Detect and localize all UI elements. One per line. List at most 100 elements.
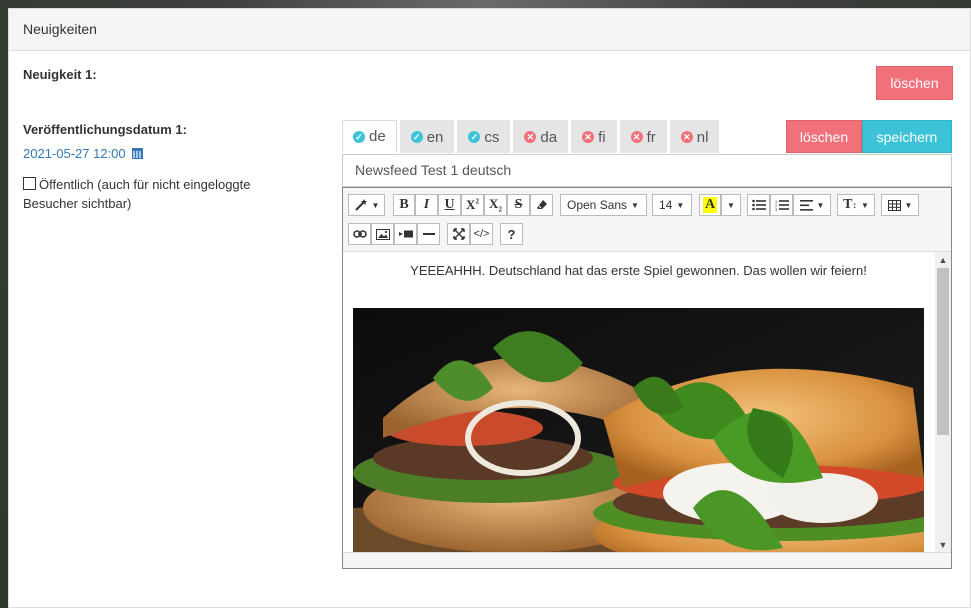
check-icon: ✓ [353,130,365,143]
image-icon [375,228,390,240]
editor-resize-bar[interactable] [343,552,951,568]
tab-label: de [369,128,386,145]
tab-da[interactable]: ✕ da [513,120,569,153]
tab-label: nl [696,128,709,146]
font-family-dropdown[interactable]: Open Sans ▼ [560,194,647,216]
close-circle-icon: ✕ [630,131,643,143]
news-panel: Neuigkeiten Neuigkeit 1: löschen Veröffe… [8,8,971,608]
panel-title: Neuigkeiten [9,9,970,51]
caret-down-icon: ▼ [816,200,825,210]
burger-photo [353,308,924,552]
style-dropdown[interactable]: ▼ [348,194,385,216]
color-dropdown[interactable]: ▼ [721,194,741,216]
strikethrough-button[interactable]: S [507,194,530,216]
bold-button[interactable]: B [393,194,415,216]
line-height-dropdown[interactable]: T↕ ▼ [837,194,875,216]
publish-date-value: 2021-05-27 12:00 [23,146,126,161]
text-color-icon: A [702,197,718,213]
italic-button[interactable]: I [415,194,438,216]
close-circle-icon: ✕ [680,131,693,143]
clear-format-button[interactable] [530,194,553,216]
table-icon [887,199,901,211]
editor-content[interactable]: YEEEAHHH. Deutschland hat das erste Spie… [343,252,934,552]
editor-toolbar: ▼ B I U X2 X2 S Open Sans ▼ 14 ▼ A ▼ 1 2… [343,188,951,252]
caret-down-icon: ▼ [371,200,380,210]
check-icon: ✓ [468,131,481,143]
publish-date-label: Veröffentlichungsdatum 1: [23,122,187,137]
tab-cs[interactable]: ✓ cs [457,120,511,153]
publish-date-picker[interactable]: 2021-05-27 12:00 [23,146,143,161]
delete-news-button[interactable]: löschen [876,66,953,100]
minus-icon [422,233,435,235]
caret-down-icon: ▼ [727,200,735,210]
help-button[interactable]: ? [500,223,523,245]
scrollbar-thumb[interactable] [937,268,949,435]
vertical-scrollbar[interactable]: ▲ ▼ [935,252,951,553]
highlight-color-button[interactable]: A [699,194,721,216]
underline-icon: U [444,197,455,212]
magic-wand-icon [354,199,367,211]
tab-en[interactable]: ✓ en [399,120,455,153]
italic-icon: I [423,197,430,212]
close-circle-icon: ✕ [582,131,595,143]
font-size-dropdown[interactable]: 14 ▼ [652,194,692,216]
bold-icon: B [399,197,409,212]
close-circle-icon: ✕ [524,131,537,143]
language-tabs: ✓ de ✓ en ✓ cs ✕ da ✕ fi ✕ fr ✕ nl [342,120,722,153]
body-paragraph: YEEEAHHH. Deutschland hat das erste Spie… [410,263,867,278]
table-dropdown[interactable]: ▼ [881,194,919,216]
code-icon: </> [473,228,490,240]
public-option: Öffentlich (auch für nicht eingeloggte B… [23,175,293,213]
eraser-icon [536,200,547,209]
insert-video-button[interactable] [394,223,417,245]
horizontal-rule-button[interactable] [417,223,440,245]
video-icon [398,230,413,238]
rich-text-editor: ▼ B I U X2 X2 S Open Sans ▼ 14 ▼ A ▼ 1 2… [342,187,952,569]
fullscreen-button[interactable] [447,223,470,245]
align-dropdown[interactable]: ▼ [793,194,831,216]
tab-label: da [540,128,558,146]
align-left-icon [799,199,813,211]
caret-down-icon: ▼ [904,200,913,210]
tab-label: fr [646,128,656,146]
caret-down-icon: ▼ [676,200,685,210]
numbered-list-button[interactable]: 123 [770,194,793,216]
insert-link-button[interactable] [348,223,371,245]
subscript-button[interactable]: X2 [484,194,507,216]
calendar-icon [131,148,143,159]
news-heading: Neuigkeit 1: [23,67,97,82]
save-button[interactable]: speichern [862,120,952,153]
question-icon: ? [507,226,516,242]
public-checkbox[interactable] [23,177,36,190]
link-icon [352,230,367,238]
scroll-up-icon[interactable]: ▲ [935,253,951,267]
tab-fr[interactable]: ✕ fr [619,120,667,153]
bullet-list-icon [751,199,766,211]
caret-down-icon: ▼ [631,200,639,210]
text-height-icon: T↕ [843,197,857,212]
tab-nl[interactable]: ✕ nl [669,120,720,153]
tab-label: en [426,128,444,146]
tab-fi[interactable]: ✕ fi [571,120,617,153]
caret-down-icon: ▼ [860,200,869,210]
expand-icon [452,228,465,240]
delete-translation-button[interactable]: löschen [786,120,862,153]
superscript-icon: X2 [466,197,479,212]
underline-button[interactable]: U [438,194,461,216]
public-checkbox-label: Öffentlich (auch für nicht eingeloggte B… [23,177,251,211]
insert-image-button[interactable] [371,223,394,245]
code-view-button[interactable]: </> [470,223,493,245]
font-size-value: 14 [659,198,673,212]
tab-label: fi [598,128,606,146]
scroll-down-icon[interactable]: ▼ [935,538,951,552]
font-family-value: Open Sans [567,198,628,212]
title-input[interactable]: Newsfeed Test 1 deutsch [342,154,952,187]
tab-de[interactable]: ✓ de [342,120,397,153]
strikethrough-icon: S [514,197,523,212]
tab-label: cs [484,128,500,146]
subscript-icon: X2 [489,196,502,214]
svg-text:3: 3 [775,207,778,211]
superscript-button[interactable]: X2 [461,194,484,216]
bullet-list-button[interactable] [747,194,770,216]
numbered-list-icon: 123 [775,199,789,211]
